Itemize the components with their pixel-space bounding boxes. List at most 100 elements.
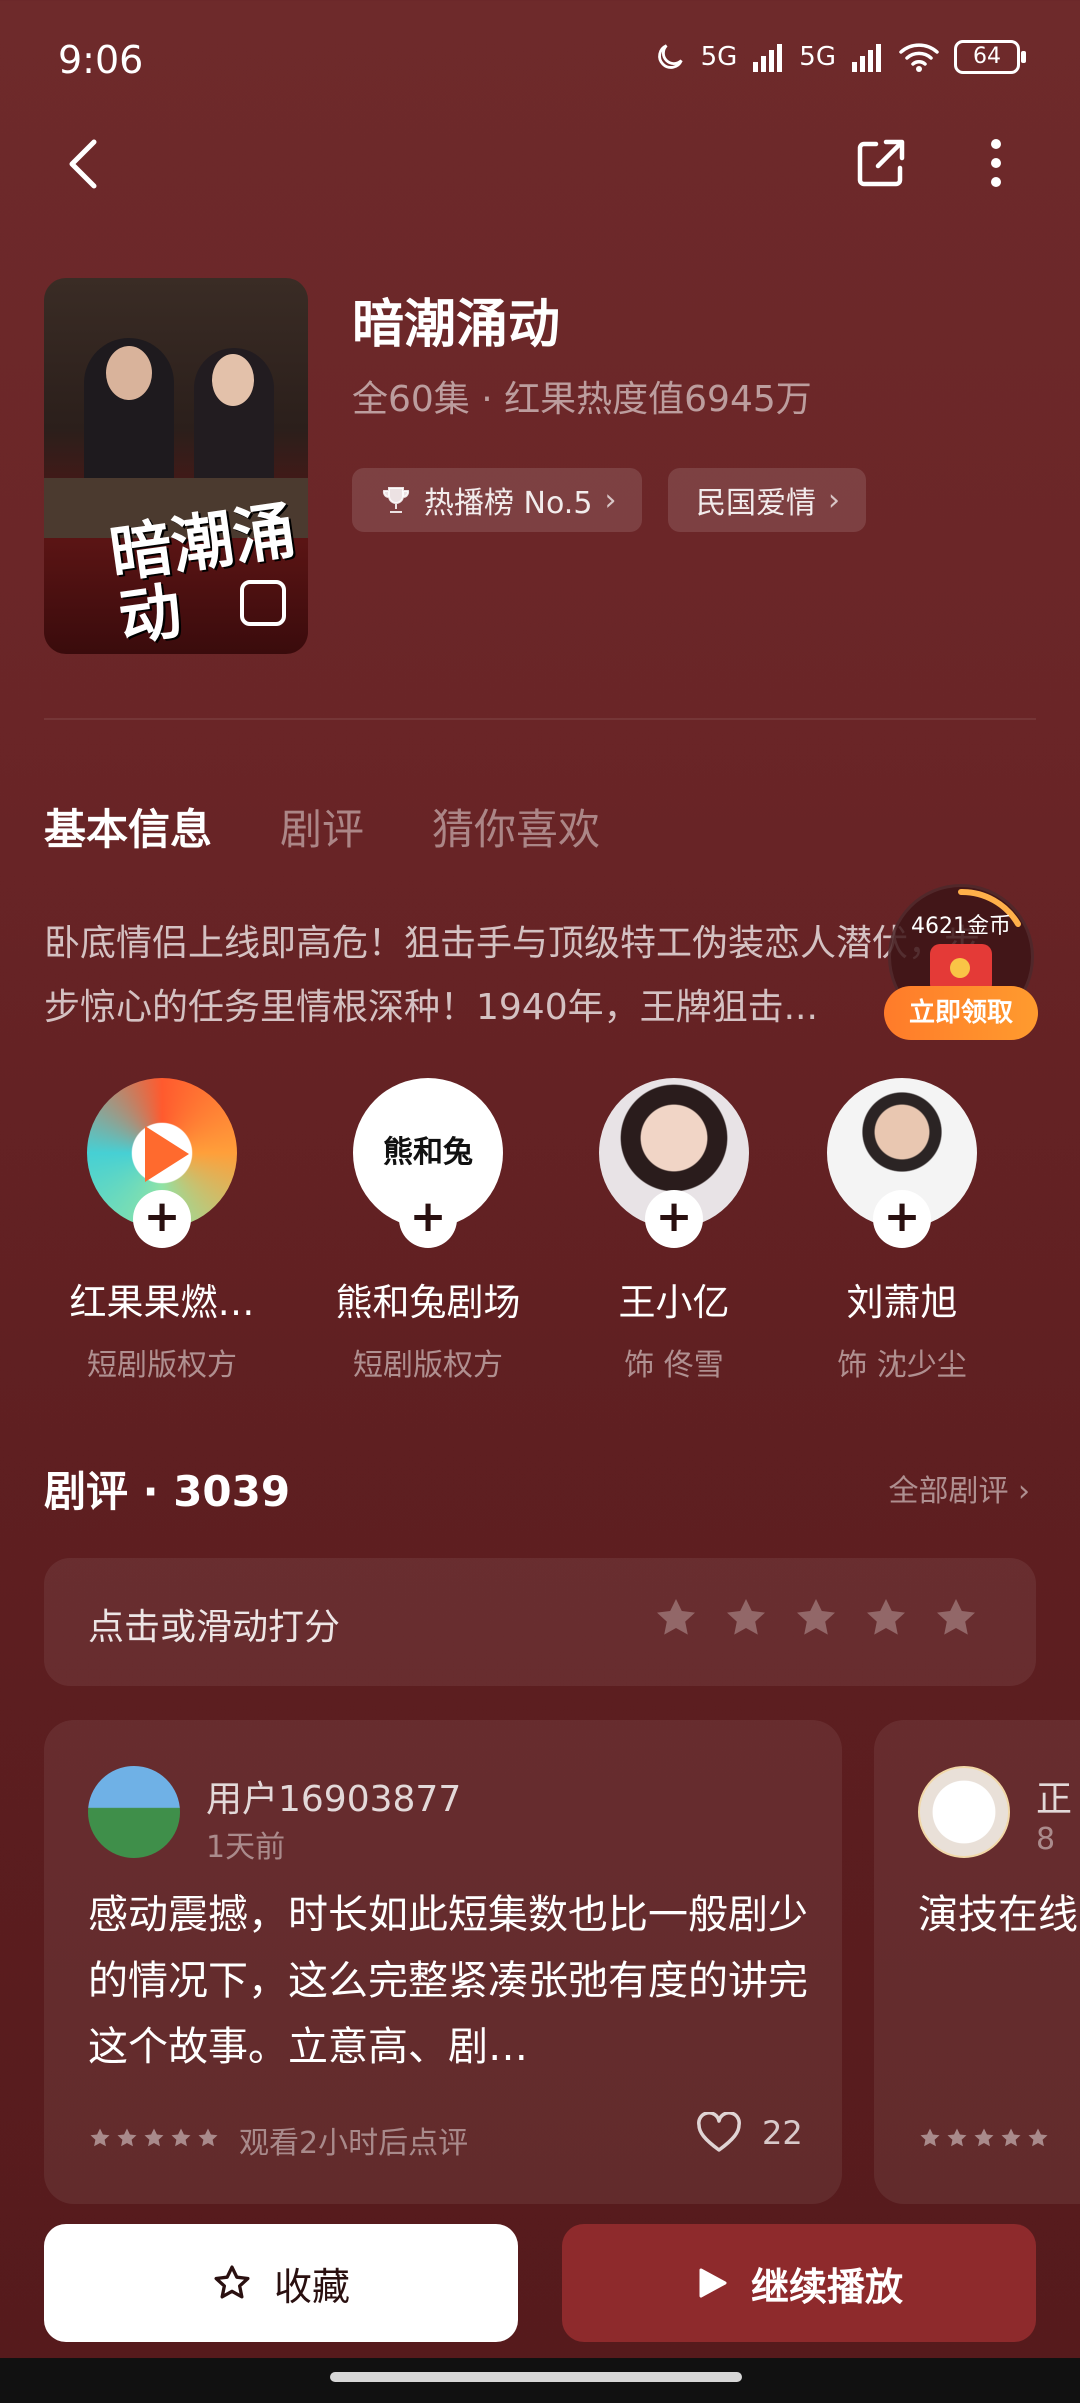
cast-item[interactable]: + 红果果燃… 短剧版权方 <box>62 1078 262 1384</box>
avatar[interactable] <box>918 1766 1010 1858</box>
review-star-icon <box>198 2128 218 2146</box>
avatar: + <box>599 1078 749 1248</box>
rating-stars[interactable] <box>652 1594 980 1642</box>
cast-name: 红果果燃… <box>69 1281 255 1324</box>
cast-role: 饰 佟雪 <box>624 1348 724 1383</box>
poster-title: 暗潮涌动 <box>105 493 300 654</box>
genre-tag-label: 民国爱情 <box>696 486 816 521</box>
cast-item[interactable]: + 王小亿 饰 佟雪 <box>574 1078 774 1384</box>
claim-coin-button[interactable]: 立即领取 <box>884 986 1038 1040</box>
like-button[interactable]: 22 <box>696 2112 803 2154</box>
like-count: 22 <box>762 2114 803 2152</box>
review-star-icon <box>117 2128 137 2146</box>
review-star-icon <box>171 2128 191 2146</box>
trophy-icon <box>382 487 410 513</box>
review-user[interactable]: 用户16903877 <box>206 1770 461 1822</box>
network-5g-1: 5G <box>700 42 738 72</box>
reviews-header: 剧评 · 3039 <box>44 1467 291 1516</box>
review-stars <box>918 2123 1053 2158</box>
follow-plus-icon[interactable]: + <box>645 1190 703 1248</box>
all-reviews-link[interactable]: 全部剧评 › <box>888 1466 1030 1510</box>
poster-face <box>212 354 254 406</box>
review-star-icon <box>974 2128 994 2146</box>
review-text: 演技在线越大了，宏大框架 <box>918 1892 1078 1938</box>
play-icon <box>699 2268 727 2298</box>
signal-icon <box>753 44 783 72</box>
cast-name: 熊和兔剧场 <box>335 1281 521 1324</box>
continue-play-button[interactable]: 继续播放 <box>562 2224 1036 2342</box>
moon-icon <box>657 44 683 69</box>
genre-tag[interactable]: 民国爱情 › <box>668 468 866 532</box>
follow-plus-icon[interactable]: + <box>399 1190 457 1248</box>
rating-star-icon[interactable] <box>652 1594 700 1642</box>
review-footer: 观看2小时后点评 <box>88 2118 468 2162</box>
avatar: + <box>827 1078 977 1248</box>
cast-item[interactable]: 熊和兔 + 熊和兔剧场 短剧版权方 <box>328 1078 528 1384</box>
favorite-label: 收藏 <box>273 2264 350 2309</box>
cast-item[interactable]: + 刘萧旭 饰 沈少尘 <box>802 1078 1002 1384</box>
rating-star-icon[interactable] <box>722 1594 770 1642</box>
status-time: 9:06 <box>58 38 144 82</box>
cast-role: 饰 沈少尘 <box>837 1348 967 1383</box>
more-icon <box>991 139 1001 187</box>
show-poster: 暗潮涌动 <box>44 278 308 654</box>
back-button[interactable] <box>56 126 116 202</box>
all-reviews-label: 全部剧评 <box>888 1474 1009 1509</box>
home-indicator[interactable] <box>330 2372 742 2382</box>
cast-name: 刘萧旭 <box>846 1281 958 1324</box>
share-icon <box>857 139 905 187</box>
tab-basic-info[interactable]: 基本信息 <box>44 796 212 857</box>
bear-rabbit-logo: 熊和兔 <box>383 1135 473 1170</box>
poster-badge-icon <box>240 580 286 626</box>
review-time: 1天前 <box>206 1830 286 1865</box>
tab-recommend[interactable]: 猜你喜欢 <box>432 796 600 857</box>
review-star-icon <box>1001 2128 1021 2146</box>
battery-indicator: 64 <box>954 40 1026 74</box>
cast-name: 王小亿 <box>618 1281 730 1324</box>
favorite-button[interactable]: 收藏 <box>44 2224 518 2342</box>
chevron-right-icon: › <box>604 482 617 518</box>
wifi-icon <box>899 43 939 72</box>
rank-tag[interactable]: 热播榜 No.5 › <box>352 468 643 532</box>
avatar: 熊和兔 + <box>353 1078 503 1248</box>
play-logo-icon <box>145 1126 189 1182</box>
chevron-right-icon: › <box>828 482 840 518</box>
review-text: 感动震撼，时长如此短集数也比一般剧少的情况下，这么完整紧凑张弛有度的讲完这个故事… <box>88 1892 808 2070</box>
review-star-icon <box>920 2128 940 2146</box>
review-footer: 观 <box>918 2118 1068 2162</box>
review-stars <box>88 2123 223 2158</box>
more-button[interactable] <box>966 128 1026 198</box>
review-star-icon <box>90 2128 110 2146</box>
cast-role: 短剧版权方 <box>353 1348 503 1383</box>
tab-bar: 基本信息 剧评 猜你喜欢 <box>44 796 600 857</box>
share-button[interactable] <box>846 128 916 198</box>
status-icons: 5G 5G 64 <box>653 40 1026 74</box>
rating-star-icon[interactable] <box>792 1594 840 1642</box>
rate-prompt: 点击或滑动打分 <box>88 1607 341 1648</box>
review-user[interactable]: 正 <box>1036 1770 1072 1822</box>
signal-icon-2 <box>852 44 881 72</box>
rank-tag-label: 热播榜 No.5 <box>424 486 593 521</box>
poster-face <box>106 346 152 400</box>
follow-plus-icon[interactable]: + <box>873 1190 931 1248</box>
rating-star-icon[interactable] <box>862 1594 910 1642</box>
show-description[interactable]: 卧底情侣上线即高危！狙击手与顶级特工伪装恋人潜伏，步步惊心的任务里情根深种！19… <box>44 912 1004 1040</box>
avatar[interactable] <box>88 1766 180 1858</box>
avatar: + <box>87 1078 237 1248</box>
coin-amount: 4621金币 <box>911 914 1011 939</box>
review-star-icon <box>947 2128 967 2146</box>
follow-plus-icon[interactable]: + <box>133 1190 191 1248</box>
rating-star-icon[interactable] <box>932 1594 980 1642</box>
back-arrow-icon <box>69 139 97 189</box>
review-time: 8 <box>1036 1822 1056 1857</box>
tab-reviews[interactable]: 剧评 <box>280 796 364 857</box>
review-note: 观看2小时后点评 <box>239 2126 469 2161</box>
show-title: 暗潮涌动 <box>352 295 561 355</box>
heart-icon <box>697 2112 741 2152</box>
network-5g-2: 5G <box>799 42 836 72</box>
continue-play-label: 继续播放 <box>750 2264 903 2309</box>
status-bar: 9:06 5G 5G 64 <box>0 0 1080 120</box>
review-star-icon <box>1028 2128 1048 2146</box>
review-star-icon <box>144 2128 164 2146</box>
cast-role: 短剧版权方 <box>87 1348 237 1383</box>
